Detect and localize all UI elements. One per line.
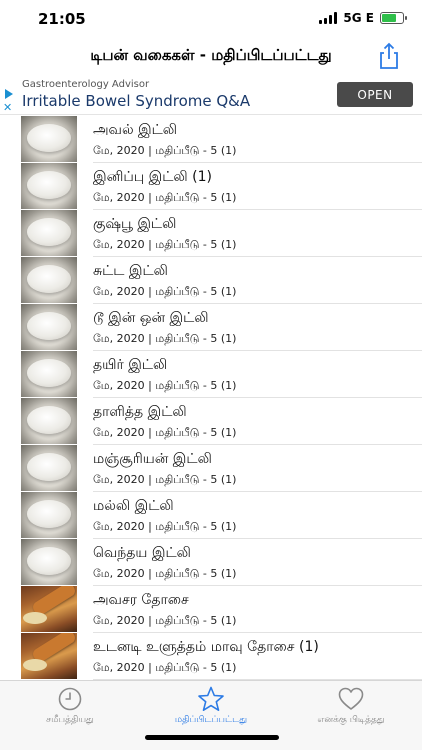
ad-advertiser: Gastroenterology Advisor (22, 79, 150, 90)
recipe-meta: மே, 2020 | மதிப்பீடு - 5 (1) (93, 285, 237, 298)
recipe-title: அவசர தோசை (93, 592, 189, 608)
recipe-title: அவல் இட்லி (93, 122, 178, 138)
list-item[interactable]: குஷ்பூ இட்லி மே, 2020 | மதிப்பீடு - 5 (1) (0, 210, 422, 257)
ad-choices[interactable]: ✕ (3, 89, 15, 114)
idli-thumbnail (21, 163, 77, 209)
idli-thumbnail (21, 492, 77, 538)
tab-label: மதிப்பிடப்பட்டது (174, 715, 248, 725)
recipe-meta: மே, 2020 | மதிப்பீடு - 5 (1) (93, 426, 237, 439)
recipe-title: மஞ்சூரியன் இட்லி (93, 451, 212, 467)
ad-choices-icon (5, 89, 13, 99)
signal-icon (319, 12, 338, 24)
tab-recent[interactable]: சமீபத்தியது (0, 686, 140, 726)
idli-thumbnail (21, 539, 77, 585)
list-item[interactable]: மல்லி இட்லி மே, 2020 | மதிப்பீடு - 5 (1) (0, 492, 422, 539)
idli-thumbnail (21, 210, 77, 256)
list-item[interactable]: அவல் இட்லி மே, 2020 | மதிப்பீடு - 5 (1) (0, 116, 422, 163)
list-item[interactable]: இனிப்பு இட்லி (1) மே, 2020 | மதிப்பீடு - … (0, 163, 422, 210)
network-type: 5G E (343, 11, 374, 25)
recipe-title: டூ இன் ஒன் இட்லி (93, 310, 209, 326)
recipe-meta: மே, 2020 | மதிப்பீடு - 5 (1) (93, 473, 237, 486)
list-item[interactable]: அவசர தோசை மே, 2020 | மதிப்பீடு - 5 (1) (0, 586, 422, 633)
list-item[interactable]: வெந்தய இட்லி மே, 2020 | மதிப்பீடு - 5 (1) (0, 539, 422, 586)
recipe-list[interactable]: அவல் இட்லி மே, 2020 | மதிப்பீடு - 5 (1) இன… (0, 116, 422, 680)
ad-banner[interactable]: ✕ Gastroenterology Advisor Irritable Bow… (0, 75, 422, 115)
recipe-meta: மே, 2020 | மதிப்பீடு - 5 (1) (93, 614, 237, 627)
list-item[interactable]: தாளித்த இட்லி மே, 2020 | மதிப்பீடு - 5 (1… (0, 398, 422, 445)
recipe-meta: மே, 2020 | மதிப்பீடு - 5 (1) (93, 144, 237, 157)
list-item[interactable]: மஞ்சூரியன் இட்லி மே, 2020 | மதிப்பீடு - 5… (0, 445, 422, 492)
recipe-meta: மே, 2020 | மதிப்பீடு - 5 (1) (93, 332, 237, 345)
tab-label: எனக்கு பிடித்தது (317, 715, 385, 725)
tab-rated[interactable]: மதிப்பிடப்பட்டது (141, 686, 281, 726)
heart-icon (338, 687, 364, 710)
recipe-title: மல்லி இட்லி (93, 498, 174, 514)
clock-icon (58, 687, 82, 711)
status-indicators: 5G E (319, 11, 407, 25)
recipe-meta: மே, 2020 | மதிப்பீடு - 5 (1) (93, 238, 237, 251)
idli-thumbnail (21, 257, 77, 303)
recipe-title: குஷ்பூ இட்லி (93, 216, 177, 232)
home-indicator (145, 735, 279, 740)
recipe-title: வெந்தய இட்லி (93, 545, 191, 561)
navigation-bar: டிபன் வகைகள் - மதிப்பிடப்பட்டது (0, 40, 422, 74)
idli-thumbnail (21, 351, 77, 397)
list-item[interactable]: உடனடி உளுத்தம் மாவு தோசை (1) மே, 2020 | ம… (0, 633, 422, 680)
list-item[interactable]: டூ இன் ஒன் இட்லி மே, 2020 | மதிப்பீடு - 5… (0, 304, 422, 351)
tab-favorites[interactable]: எனக்கு பிடித்தது (281, 686, 421, 726)
recipe-title: உடனடி உளுத்தம் மாவு தோசை (1) (93, 639, 319, 655)
page-title: டிபன் வகைகள் - மதிப்பிடப்பட்டது (90, 46, 332, 64)
tab-label: சமீபத்தியது (46, 715, 94, 725)
close-icon[interactable]: ✕ (3, 102, 15, 114)
recipe-title: இனிப்பு இட்லி (1) (93, 169, 212, 185)
ad-open-button[interactable]: OPEN (337, 82, 413, 107)
dosa-thumbnail (21, 586, 77, 632)
recipe-title: தாளித்த இட்லி (93, 404, 187, 420)
recipe-meta: மே, 2020 | மதிப்பீடு - 5 (1) (93, 567, 237, 580)
recipe-meta: மே, 2020 | மதிப்பீடு - 5 (1) (93, 661, 237, 674)
idli-thumbnail (21, 304, 77, 350)
star-icon (198, 686, 224, 711)
list-item[interactable]: சுட்ட இட்லி மே, 2020 | மதிப்பீடு - 5 (1) (0, 257, 422, 304)
share-icon[interactable] (376, 42, 402, 70)
recipe-meta: மே, 2020 | மதிப்பீடு - 5 (1) (93, 520, 237, 533)
list-item[interactable]: தயிர் இட்லி மே, 2020 | மதிப்பீடு - 5 (1) (0, 351, 422, 398)
dosa-thumbnail (21, 633, 77, 679)
status-time: 21:05 (38, 10, 86, 28)
ad-headline[interactable]: Irritable Bowel Syndrome Q&A (22, 92, 250, 110)
recipe-meta: மே, 2020 | மதிப்பீடு - 5 (1) (93, 379, 237, 392)
status-bar: 21:05 5G E (0, 0, 422, 40)
recipe-title: தயிர் இட்லி (93, 357, 168, 373)
recipe-title: சுட்ட இட்லி (93, 263, 168, 279)
idli-thumbnail (21, 445, 77, 491)
idli-thumbnail (21, 116, 77, 162)
recipe-meta: மே, 2020 | மதிப்பீடு - 5 (1) (93, 191, 237, 204)
idli-thumbnail (21, 398, 77, 444)
battery-icon (380, 12, 407, 24)
